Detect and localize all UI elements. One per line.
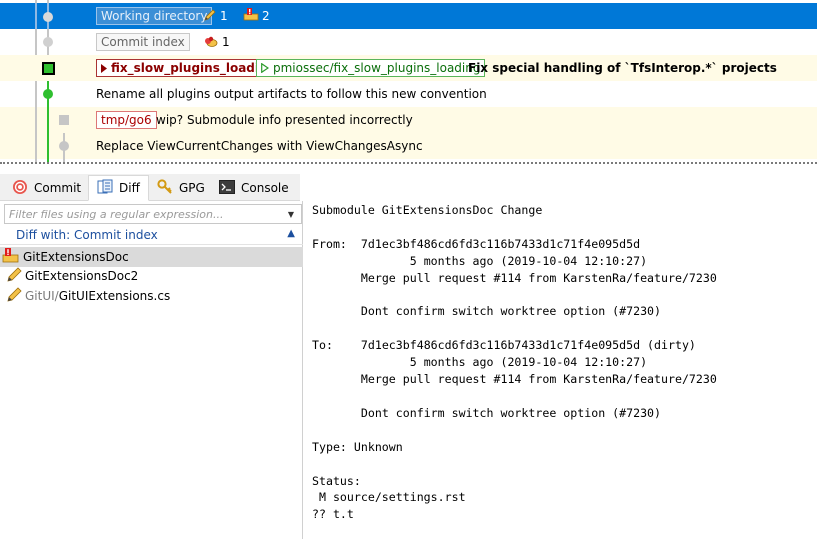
branch-name: fix_slow_plugins_loading: [111, 61, 277, 75]
file-list-panel: ▼ Diff with: Commit index ▲ GitExtension…: [0, 201, 303, 539]
diff-icon: [97, 179, 113, 198]
staged-changes-icon: [203, 34, 219, 51]
branch-badge[interactable]: fix_slow_plugins_loading: [96, 59, 283, 77]
graph-lane-green-row: [47, 107, 49, 133]
graph-row-commit-index[interactable]: Commit index 1: [0, 29, 817, 55]
pencil-icon: [203, 8, 217, 25]
file-name: GitUIExtensions.cs: [58, 289, 171, 303]
graph-node: [59, 141, 69, 151]
graph-node-head: [42, 62, 55, 75]
file-path-prefix: GitUI/: [25, 289, 59, 303]
pencil-icon: [6, 286, 22, 306]
tab-strip: Commit Diff GPG Console: [0, 174, 300, 201]
graph-row-working-directory[interactable]: Working directory 1 2: [0, 3, 817, 29]
dropdown-arrow-icon[interactable]: ▼: [281, 210, 301, 219]
submodule-conflict-icon: [2, 247, 20, 267]
diff-viewer[interactable]: Submodule GitExtensionsDoc Change From: …: [303, 201, 817, 539]
chevron-up-icon[interactable]: ▲: [287, 228, 295, 239]
graph-node: [43, 37, 53, 47]
graph-node: [43, 89, 53, 99]
file-name: GitExtensionsDoc2: [25, 269, 139, 283]
graph-node: [43, 12, 53, 22]
graph-row-commit[interactable]: tmp/go6 wip? Submodule info presented in…: [0, 107, 817, 133]
working-directory-badge[interactable]: Working directory: [96, 7, 213, 25]
remote-branch-name: pmiossec/fix_slow_plugins_loading: [273, 61, 481, 75]
graph-row-commit[interactable]: Rename all plugins output artifacts to f…: [0, 81, 817, 107]
commit-index-badge[interactable]: Commit index: [96, 33, 190, 51]
file-name: GitExtensionsDoc: [23, 250, 129, 264]
remote-branch-badge[interactable]: pmiossec/fix_slow_plugins_loading: [256, 59, 486, 77]
changed-count: 1: [220, 9, 228, 23]
file-filter[interactable]: ▼: [4, 204, 302, 224]
graph-row-commit[interactable]: Replace ViewCurrentChanges with ViewChan…: [0, 133, 817, 159]
filter-input[interactable]: [5, 205, 281, 223]
commit-message: Rename all plugins output artifacts to f…: [96, 87, 487, 101]
conflict-icon: [243, 7, 259, 25]
caret-right-icon: [101, 63, 107, 73]
diff-text[interactable]: Submodule GitExtensionsDoc Change From: …: [312, 202, 717, 523]
tab-label: Console: [241, 181, 289, 195]
conflict-count: 2: [262, 9, 270, 23]
tab-console[interactable]: Console: [211, 175, 297, 201]
graph-lane-gray-row: [35, 133, 37, 159]
commit-icon: [12, 179, 28, 198]
tab-label: Commit: [34, 181, 82, 195]
panel-splitter[interactable]: [0, 162, 817, 172]
tab-label: Diff: [119, 181, 140, 195]
pencil-icon: [6, 266, 22, 286]
file-item[interactable]: GitExtensionsDoc2: [0, 266, 303, 286]
file-item[interactable]: GitUI/GitUIExtensions.cs: [0, 286, 303, 306]
tab-gpg[interactable]: GPG: [149, 175, 213, 201]
remote-caret-icon: [261, 63, 269, 73]
tab-label: GPG: [179, 181, 205, 195]
revision-graph[interactable]: Working directory 1 2 Commit index 1 fix…: [0, 0, 817, 162]
diff-with-label: Diff with: Commit index: [16, 227, 158, 242]
tab-commit[interactable]: Commit: [4, 175, 89, 201]
commit-message: Replace ViewCurrentChanges with ViewChan…: [96, 139, 423, 153]
graph-node: [59, 115, 69, 125]
graph-row-commit[interactable]: fix_slow_plugins_loading pmiossec/fix_sl…: [0, 55, 817, 81]
graph-lane-gray-sel: [35, 3, 37, 29]
diff-with-header[interactable]: Diff with: Commit index ▲: [0, 225, 303, 245]
graph-lane-gray-row: [35, 107, 37, 133]
tab-diff[interactable]: Diff: [88, 175, 149, 201]
graph-lane-green-row: [47, 133, 49, 159]
staged-count: 1: [222, 35, 230, 49]
commit-message: Fix special handling of `TfsInterop.*` p…: [468, 61, 777, 75]
commit-message: wip? Submodule info presented incorrectl…: [156, 113, 413, 127]
key-icon: [157, 178, 173, 198]
tag-badge[interactable]: tmp/go6: [96, 111, 157, 129]
console-icon: [219, 179, 235, 197]
file-item[interactable]: GitExtensionsDoc: [0, 247, 303, 267]
